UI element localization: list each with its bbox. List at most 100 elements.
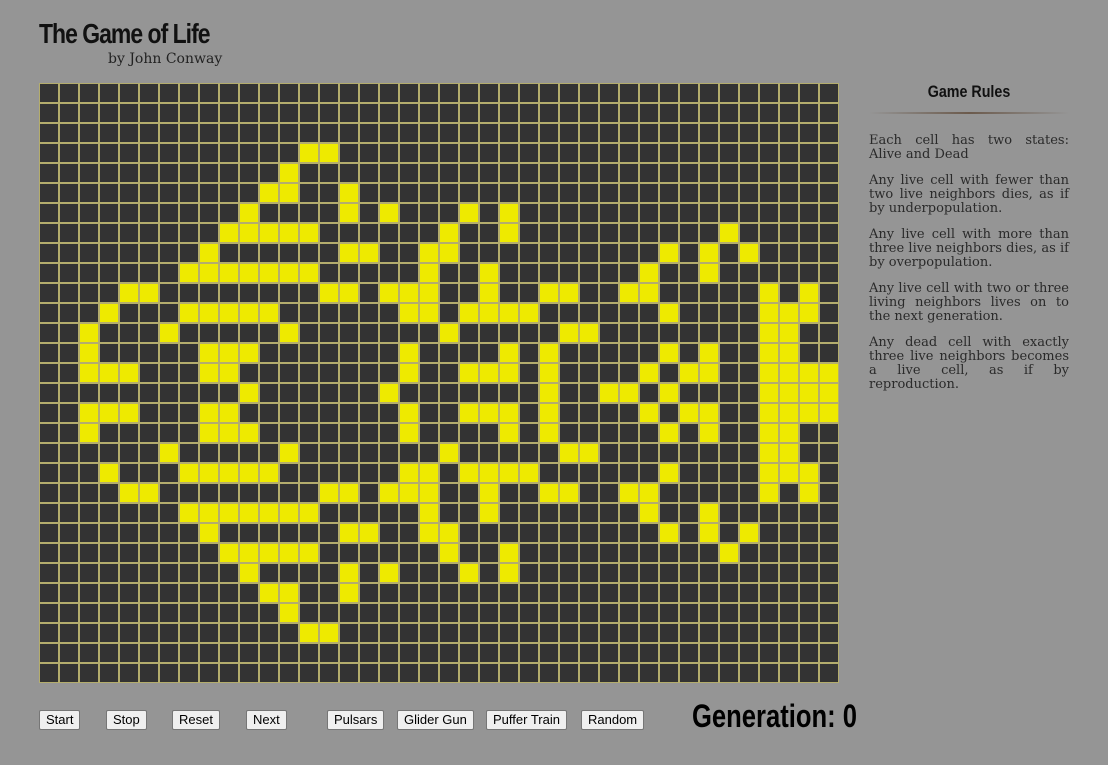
cell-alive[interactable] [600, 384, 618, 402]
cell-alive[interactable] [80, 344, 98, 362]
puffer-train-button[interactable]: Puffer Train [486, 710, 567, 730]
cell-dead[interactable] [260, 204, 278, 222]
cell-dead[interactable] [240, 364, 258, 382]
cell-dead[interactable] [800, 204, 818, 222]
cell-alive[interactable] [660, 464, 678, 482]
cell-dead[interactable] [160, 144, 178, 162]
cell-dead[interactable] [440, 364, 458, 382]
cell-dead[interactable] [460, 604, 478, 622]
cell-dead[interactable] [280, 84, 298, 102]
cell-dead[interactable] [360, 504, 378, 522]
cell-dead[interactable] [600, 304, 618, 322]
cell-alive[interactable] [620, 484, 638, 502]
cell-dead[interactable] [780, 624, 798, 642]
cell-dead[interactable] [560, 504, 578, 522]
cell-dead[interactable] [600, 544, 618, 562]
cell-dead[interactable] [140, 164, 158, 182]
cell-alive[interactable] [400, 284, 418, 302]
cell-dead[interactable] [820, 504, 838, 522]
cell-dead[interactable] [300, 184, 318, 202]
cell-dead[interactable] [320, 564, 338, 582]
cell-dead[interactable] [460, 624, 478, 642]
cell-dead[interactable] [480, 204, 498, 222]
cell-dead[interactable] [640, 464, 658, 482]
cell-dead[interactable] [660, 104, 678, 122]
cell-dead[interactable] [60, 284, 78, 302]
cell-dead[interactable] [680, 124, 698, 142]
cell-dead[interactable] [140, 144, 158, 162]
cell-dead[interactable] [60, 144, 78, 162]
cell-dead[interactable] [40, 444, 58, 462]
cell-alive[interactable] [500, 544, 518, 562]
cell-alive[interactable] [220, 504, 238, 522]
cell-alive[interactable] [340, 244, 358, 262]
cell-dead[interactable] [460, 444, 478, 462]
cell-alive[interactable] [640, 404, 658, 422]
cell-alive[interactable] [280, 584, 298, 602]
cell-dead[interactable] [40, 244, 58, 262]
cell-dead[interactable] [720, 404, 738, 422]
cell-alive[interactable] [280, 504, 298, 522]
cell-alive[interactable] [120, 484, 138, 502]
cell-dead[interactable] [580, 564, 598, 582]
cell-dead[interactable] [400, 244, 418, 262]
cell-dead[interactable] [700, 164, 718, 182]
cell-dead[interactable] [400, 204, 418, 222]
cell-dead[interactable] [40, 544, 58, 562]
cell-dead[interactable] [580, 264, 598, 282]
cell-dead[interactable] [80, 304, 98, 322]
cell-dead[interactable] [500, 484, 518, 502]
cell-dead[interactable] [300, 564, 318, 582]
cell-alive[interactable] [700, 504, 718, 522]
cell-dead[interactable] [820, 244, 838, 262]
cell-dead[interactable] [340, 324, 358, 342]
cell-dead[interactable] [40, 124, 58, 142]
cell-dead[interactable] [740, 644, 758, 662]
cell-dead[interactable] [440, 84, 458, 102]
cell-dead[interactable] [540, 644, 558, 662]
cell-alive[interactable] [240, 344, 258, 362]
cell-dead[interactable] [740, 444, 758, 462]
reset-button[interactable]: Reset [172, 710, 220, 730]
cell-dead[interactable] [780, 184, 798, 202]
cell-dead[interactable] [600, 644, 618, 662]
cell-dead[interactable] [580, 224, 598, 242]
cell-dead[interactable] [440, 304, 458, 322]
cell-alive[interactable] [320, 484, 338, 502]
cell-dead[interactable] [220, 144, 238, 162]
cell-dead[interactable] [240, 644, 258, 662]
cell-dead[interactable] [380, 584, 398, 602]
cell-dead[interactable] [60, 564, 78, 582]
cell-dead[interactable] [820, 524, 838, 542]
cell-dead[interactable] [200, 584, 218, 602]
cell-alive[interactable] [160, 324, 178, 342]
cell-alive[interactable] [140, 484, 158, 502]
cell-dead[interactable] [180, 624, 198, 642]
cell-dead[interactable] [320, 124, 338, 142]
cell-dead[interactable] [460, 644, 478, 662]
cell-dead[interactable] [140, 644, 158, 662]
cell-dead[interactable] [820, 164, 838, 182]
cell-alive[interactable] [760, 384, 778, 402]
cell-dead[interactable] [100, 244, 118, 262]
cell-dead[interactable] [740, 344, 758, 362]
cell-dead[interactable] [360, 304, 378, 322]
cell-dead[interactable] [320, 324, 338, 342]
cell-dead[interactable] [160, 624, 178, 642]
cell-dead[interactable] [800, 564, 818, 582]
cell-alive[interactable] [360, 524, 378, 542]
cell-dead[interactable] [60, 584, 78, 602]
cell-dead[interactable] [500, 124, 518, 142]
cell-dead[interactable] [600, 504, 618, 522]
cell-dead[interactable] [300, 444, 318, 462]
cell-dead[interactable] [40, 284, 58, 302]
cell-alive[interactable] [780, 324, 798, 342]
cell-dead[interactable] [340, 424, 358, 442]
cell-dead[interactable] [380, 304, 398, 322]
cell-alive[interactable] [280, 544, 298, 562]
cell-dead[interactable] [400, 124, 418, 142]
cell-dead[interactable] [460, 144, 478, 162]
cell-alive[interactable] [420, 484, 438, 502]
cell-dead[interactable] [400, 104, 418, 122]
cell-dead[interactable] [760, 144, 778, 162]
